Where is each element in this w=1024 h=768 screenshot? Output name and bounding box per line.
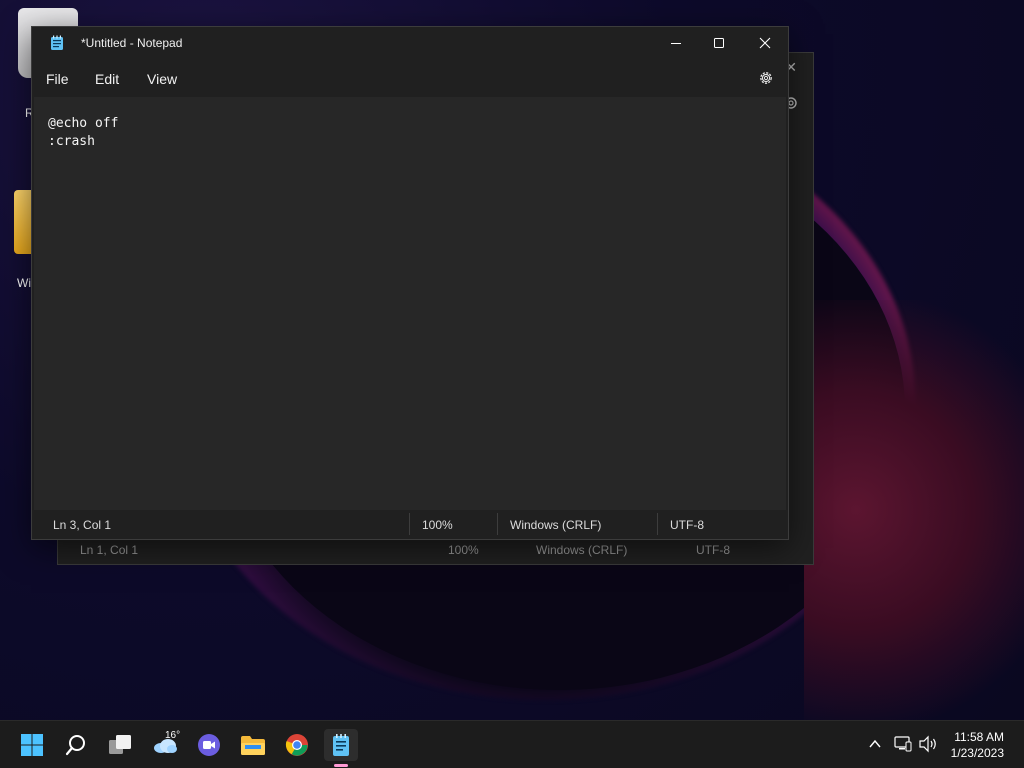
status-line-ending: Windows (CRLF)	[510, 518, 602, 532]
chrome-button[interactable]	[280, 729, 314, 761]
status-line-ending: Windows (CRLF)	[536, 543, 628, 557]
search-icon	[65, 735, 85, 756]
minimize-icon	[671, 43, 681, 44]
settings-gear-icon[interactable]	[758, 70, 774, 86]
close-icon	[759, 37, 771, 49]
status-position: Ln 1, Col 1	[80, 543, 139, 557]
status-encoding: UTF-8	[696, 543, 730, 557]
start-button[interactable]	[15, 729, 49, 761]
status-position: Ln 3, Col 1	[53, 518, 112, 532]
task-view-icon	[109, 735, 131, 754]
active-app-indicator	[334, 764, 348, 767]
search-button[interactable]	[59, 729, 93, 761]
status-divider	[657, 513, 658, 535]
status-zoom: 100%	[422, 518, 453, 532]
menu-view[interactable]: View	[147, 71, 177, 87]
maximize-icon	[714, 38, 724, 48]
task-view-button[interactable]	[103, 729, 137, 761]
notepad-icon	[51, 35, 63, 50]
volume-icon[interactable]	[918, 735, 938, 753]
chevron-up-icon[interactable]	[868, 738, 882, 750]
status-zoom: 100%	[448, 543, 479, 557]
folder-label: Wi	[17, 276, 31, 290]
chrome-icon	[285, 734, 308, 756]
editor-line-2: :crash	[48, 134, 95, 149]
notepad-icon	[333, 734, 349, 756]
network-icon[interactable]	[894, 735, 912, 753]
text-editor[interactable]: @echo off :crash	[34, 97, 786, 510]
folder-icon	[241, 736, 265, 755]
weather-temperature: 16°	[165, 730, 181, 741]
wallpaper-glow	[804, 300, 1024, 720]
status-divider	[409, 513, 410, 535]
title-bar[interactable]: *Untitled - Notepad	[32, 27, 788, 59]
menu-edit[interactable]: Edit	[95, 71, 119, 87]
editor-line-1: @echo off	[48, 116, 119, 131]
chat-button[interactable]	[192, 729, 226, 761]
status-divider	[497, 513, 498, 535]
video-chat-icon	[198, 734, 220, 756]
system-clock[interactable]: 11:58 AM 1/23/2023	[951, 729, 1004, 761]
menu-bar: File Edit View	[32, 63, 788, 95]
notepad-window[interactable]: *Untitled - Notepad File Edit View @echo…	[31, 26, 789, 540]
window-title: *Untitled - Notepad	[81, 36, 183, 50]
file-explorer-button[interactable]	[236, 729, 270, 761]
status-bar: Ln 3, Col 1 100% Windows (CRLF) UTF-8	[32, 511, 788, 539]
windows-logo-icon	[21, 734, 43, 756]
status-encoding: UTF-8	[670, 518, 704, 532]
clock-time: 11:58 AM	[954, 730, 1004, 744]
notepad-taskbar-button[interactable]	[324, 729, 358, 761]
minimize-button[interactable]	[653, 27, 699, 59]
background-status-bar: Ln 1, Col 1 100% Windows (CRLF) UTF-8	[58, 536, 813, 564]
clock-date: 1/23/2023	[950, 746, 1004, 760]
close-button[interactable]	[742, 27, 788, 59]
menu-file[interactable]: File	[46, 71, 69, 87]
maximize-button[interactable]	[696, 27, 742, 59]
taskbar: 16° 11:58 AM 1/23/2023	[0, 720, 1024, 768]
